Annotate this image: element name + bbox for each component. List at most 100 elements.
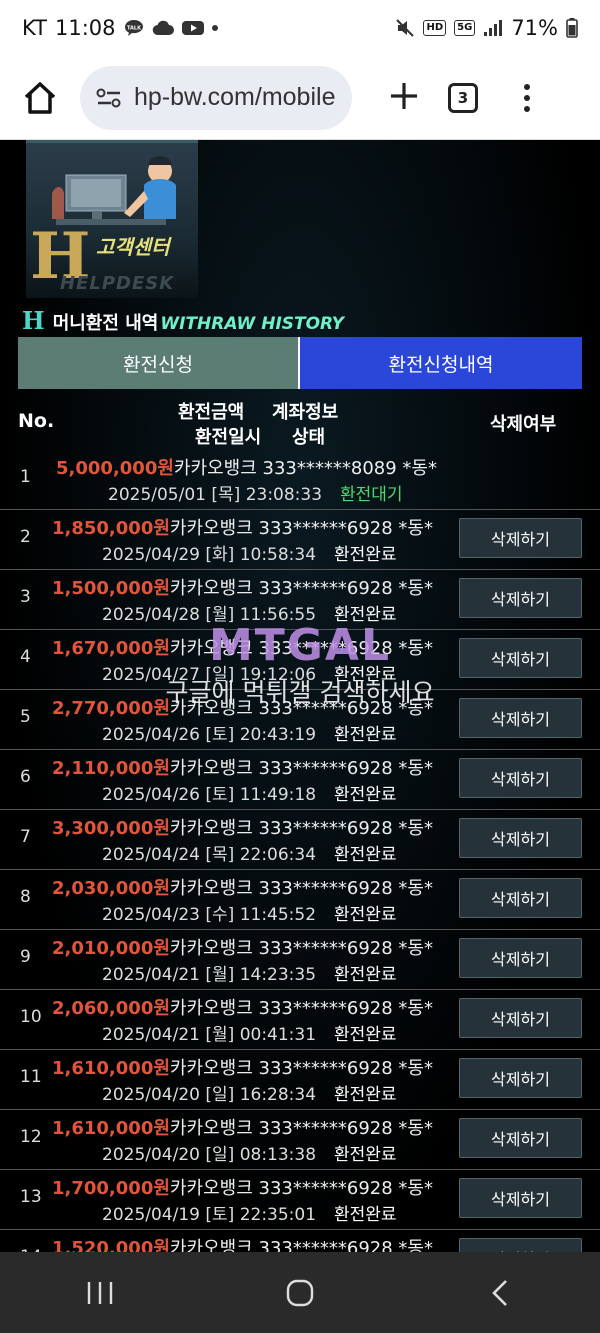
header-delete: 삭제여부 xyxy=(490,414,557,435)
delete-button[interactable]: 삭제하기 xyxy=(459,878,582,918)
delete-button[interactable]: 삭제하기 xyxy=(459,1178,582,1218)
recent-apps-icon xyxy=(87,1281,113,1304)
row-account: 카카오뱅크 333******6928 *동* xyxy=(170,878,433,899)
row-date: 2025/04/20 [일] 16:28:34 xyxy=(102,1085,317,1105)
row-number: 6 xyxy=(20,767,31,787)
delete-button[interactable]: 삭제하기 xyxy=(459,638,582,678)
row-status: 환전완료 xyxy=(334,785,397,805)
home-button[interactable] xyxy=(18,76,62,120)
row-number: 4 xyxy=(20,647,31,667)
row-date: 2025/04/29 [화] 10:58:34 xyxy=(102,545,317,565)
row-number: 5 xyxy=(20,707,31,727)
table-row: 7 3,300,000원 카카오뱅크 333******6928 *동* 202… xyxy=(0,810,600,870)
helpdesk-banner[interactable]: H 고객센터 HELPDESK xyxy=(26,140,198,298)
row-date: 2025/04/20 [일] 08:13:38 xyxy=(102,1145,317,1165)
talk-icon: TALK xyxy=(124,19,144,37)
delete-button[interactable]: 삭제하기 xyxy=(459,818,582,858)
table-row: 2 1,850,000원 카카오뱅크 333******6928 *동* 202… xyxy=(0,510,600,570)
row-status: 환전완료 xyxy=(334,845,397,865)
table-row: 1 5,000,000원 카카오뱅크 333******8089 *동* 202… xyxy=(0,450,600,510)
more-menu-button[interactable] xyxy=(524,83,530,112)
youtube-icon xyxy=(181,20,204,36)
status-bar: KT 11:08 TALK HD 5G 71% xyxy=(0,0,600,56)
row-date: 2025/04/26 [토] 20:43:19 xyxy=(102,725,317,745)
row-date: 2025/05/01 [목] 23:08:33 xyxy=(108,485,323,505)
delete-button[interactable]: 삭제하기 xyxy=(459,578,582,618)
row-number: 9 xyxy=(20,947,31,967)
row-date: 2025/04/28 [월] 11:56:55 xyxy=(102,605,317,625)
row-amount: 2,770,000원 xyxy=(52,698,170,719)
row-date: 2025/04/24 [목] 22:06:34 xyxy=(102,845,317,865)
svg-text:TALK: TALK xyxy=(127,26,142,32)
tab-switcher-button[interactable]: 3 xyxy=(448,82,478,113)
row-date: 2025/04/21 [월] 14:23:35 xyxy=(102,965,317,985)
header-account: 계좌정보 xyxy=(272,402,339,423)
address-bar[interactable]: hp-bw.com/mobile xyxy=(80,65,352,130)
delete-button[interactable]: 삭제하기 xyxy=(459,1058,582,1098)
recent-apps-button[interactable] xyxy=(70,1263,130,1323)
clock: 11:08 xyxy=(54,16,116,40)
row-amount: 1,610,000원 xyxy=(52,1118,170,1139)
delete-button[interactable]: 삭제하기 xyxy=(459,1238,582,1252)
table-row: 11 1,610,000원 카카오뱅크 333******6928 *동* 20… xyxy=(0,1050,600,1110)
header-amount: 환전금액 xyxy=(178,402,245,423)
delete-button[interactable]: 삭제하기 xyxy=(459,518,582,558)
row-number: 3 xyxy=(20,587,31,607)
table-row: 8 2,030,000원 카카오뱅크 333******6928 *동* 202… xyxy=(0,870,600,930)
row-account: 카카오뱅크 333******6928 *동* xyxy=(170,938,433,959)
notification-dot-icon xyxy=(211,25,218,31)
plus-icon xyxy=(391,82,417,109)
banner-subtitle: HELPDESK xyxy=(60,273,175,294)
delete-button[interactable]: 삭제하기 xyxy=(459,938,582,978)
home-nav-button[interactable] xyxy=(270,1263,330,1323)
banner-title: 고객센터 xyxy=(96,235,170,259)
row-amount: 1,670,000원 xyxy=(52,638,170,659)
row-date: 2025/04/19 [토] 22:35:01 xyxy=(102,1205,317,1225)
battery-percent: 71% xyxy=(511,16,558,40)
row-account: 카카오뱅크 333******6928 *동* xyxy=(170,818,433,839)
delete-button[interactable]: 삭제하기 xyxy=(459,758,582,798)
table-row: 5 2,770,000원 카카오뱅크 333******6928 *동* 202… xyxy=(0,690,600,750)
row-status: 환전완료 xyxy=(334,905,397,925)
home-icon xyxy=(24,81,56,114)
table-row: 14 1,520,000원 카카오뱅크 333******6928 *동* 삭제… xyxy=(0,1230,600,1252)
signal-icon xyxy=(483,19,503,37)
row-status: 환전대기 xyxy=(340,485,403,505)
row-account: 카카오뱅크 333******6928 *동* xyxy=(170,518,433,539)
row-status: 환전완료 xyxy=(334,1085,397,1105)
home-nav-icon xyxy=(286,1279,314,1306)
new-tab-button[interactable] xyxy=(382,78,426,118)
page-content: H 고객센터 HELPDESK H 머니환전 내역 WITHRAW HISTOR… xyxy=(0,140,600,1252)
site-settings-icon[interactable] xyxy=(96,87,122,109)
back-button[interactable] xyxy=(470,1263,530,1323)
table-row: 9 2,010,000원 카카오뱅크 333******6928 *동* 202… xyxy=(0,930,600,990)
table-header: No. 환전금액 계좌정보 환전일시 상태 삭제여부 xyxy=(0,398,600,448)
header-no: No. xyxy=(18,410,55,432)
row-status: 환전완료 xyxy=(334,965,397,985)
delete-button[interactable]: 삭제하기 xyxy=(459,698,582,738)
table-row: 12 1,610,000원 카카오뱅크 333******6928 *동* 20… xyxy=(0,1110,600,1170)
row-amount: 1,700,000원 xyxy=(52,1178,170,1199)
carrier-label: KT xyxy=(22,16,47,40)
delete-button[interactable]: 삭제하기 xyxy=(459,1118,582,1158)
row-account: 카카오뱅크 333******6928 *동* xyxy=(170,998,433,1019)
row-date: 2025/04/27 [일] 19:12:06 xyxy=(102,665,317,685)
tab-withdraw-request[interactable]: 환전신청 xyxy=(18,337,300,389)
delete-button[interactable]: 삭제하기 xyxy=(459,998,582,1038)
row-amount: 1,500,000원 xyxy=(52,578,170,599)
row-amount: 5,000,000원 xyxy=(56,458,174,479)
row-amount: 2,030,000원 xyxy=(52,878,170,899)
tab-withdraw-history[interactable]: 환전신청내역 xyxy=(300,337,582,389)
header-datetime: 환전일시 xyxy=(195,427,262,448)
section-logo: H xyxy=(22,306,45,335)
row-date: 2025/04/21 [월] 00:41:31 xyxy=(102,1025,317,1045)
row-number: 12 xyxy=(20,1127,42,1147)
row-account: 카카오뱅크 333******6928 *동* xyxy=(170,758,433,779)
row-number: 8 xyxy=(20,887,31,907)
mute-icon xyxy=(395,18,415,38)
section-title: H 머니환전 내역 WITHRAW HISTORY xyxy=(22,306,344,335)
row-amount: 3,300,000원 xyxy=(52,818,170,839)
tab-bar: 환전신청 환전신청내역 xyxy=(18,337,582,389)
row-number: 7 xyxy=(20,827,31,847)
row-amount: 1,610,000원 xyxy=(52,1058,170,1079)
